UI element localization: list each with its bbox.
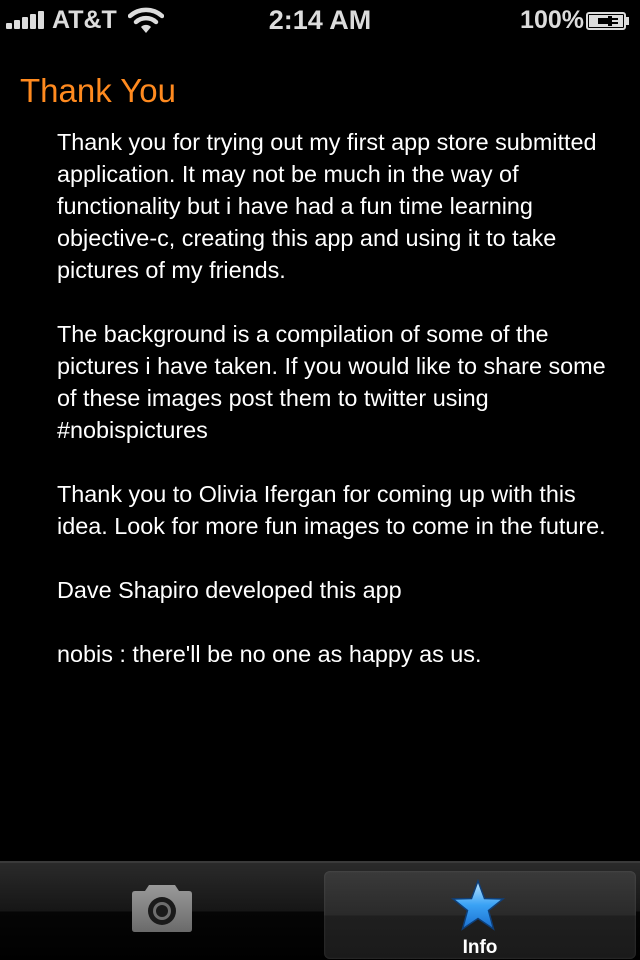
camera-icon — [132, 885, 192, 932]
paragraph-credits: Thank you to Olivia Ifergan for coming u… — [57, 481, 606, 539]
thank-you-text: Thank you for trying out my first app st… — [57, 126, 619, 702]
tab-info-label: Info — [462, 937, 498, 958]
star-icon — [450, 879, 506, 931]
tab-camera[interactable] — [4, 871, 316, 959]
tab-bar: Info — [0, 861, 640, 960]
paragraph-tagline: nobis : there'll be no one as happy as u… — [57, 641, 482, 667]
paragraph-developer: Dave Shapiro developed this app — [57, 577, 402, 603]
paragraph-intro: Thank you for trying out my first app st… — [57, 129, 597, 283]
tab-info[interactable]: Info — [324, 871, 636, 959]
status-bar: AT&T 2:14 AM 100% — [0, 0, 640, 40]
paragraph-background: The background is a compilation of some … — [57, 321, 606, 443]
battery-percentage: 100% — [520, 6, 584, 34]
page-title: Thank You — [20, 72, 176, 109]
battery-charging-icon — [586, 12, 629, 30]
